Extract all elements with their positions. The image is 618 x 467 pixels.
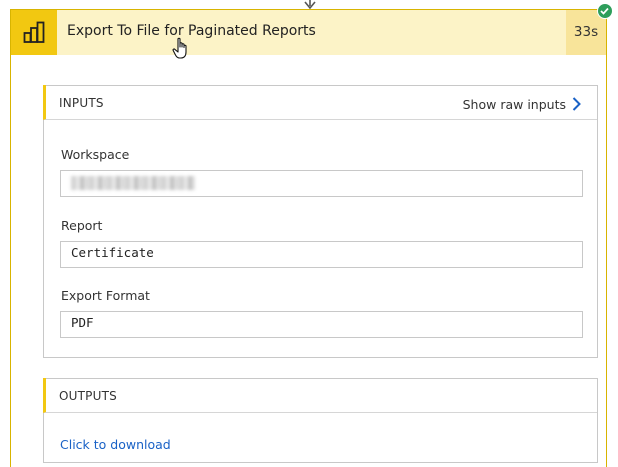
show-raw-inputs-label: Show raw inputs	[462, 97, 566, 112]
hand-cursor-icon	[172, 37, 187, 59]
flow-run-canvas: Export To File for Paginated Reports 33s…	[0, 0, 618, 467]
inputs-section-title: INPUTS	[59, 96, 104, 110]
power-bi-icon	[11, 10, 57, 55]
workspace-label: Workspace	[61, 147, 130, 162]
download-link[interactable]: Click to download	[60, 437, 171, 452]
workspace-field[interactable]	[60, 170, 583, 197]
outputs-section-title: OUTPUTS	[59, 389, 117, 403]
action-card: Export To File for Paginated Reports 33s…	[10, 9, 607, 467]
inputs-section-header: INPUTS Show raw inputs	[43, 85, 597, 120]
export-format-value: PDF	[71, 315, 94, 330]
outputs-section-header: OUTPUTS	[43, 378, 597, 413]
export-format-label: Export Format	[61, 288, 150, 303]
workspace-blurred-value	[71, 176, 195, 190]
export-format-field[interactable]: PDF	[60, 311, 583, 338]
inputs-section: INPUTS Show raw inputs Workspace Report …	[43, 85, 598, 358]
action-header[interactable]: Export To File for Paginated Reports 33s	[11, 10, 606, 55]
success-check-icon	[597, 3, 613, 19]
report-field[interactable]: Certificate	[60, 241, 583, 268]
report-value: Certificate	[71, 245, 154, 260]
chevron-right-icon	[572, 97, 581, 111]
show-raw-inputs-link[interactable]: Show raw inputs	[463, 95, 581, 112]
report-label: Report	[61, 218, 103, 233]
outputs-section: OUTPUTS Click to download	[43, 378, 598, 463]
